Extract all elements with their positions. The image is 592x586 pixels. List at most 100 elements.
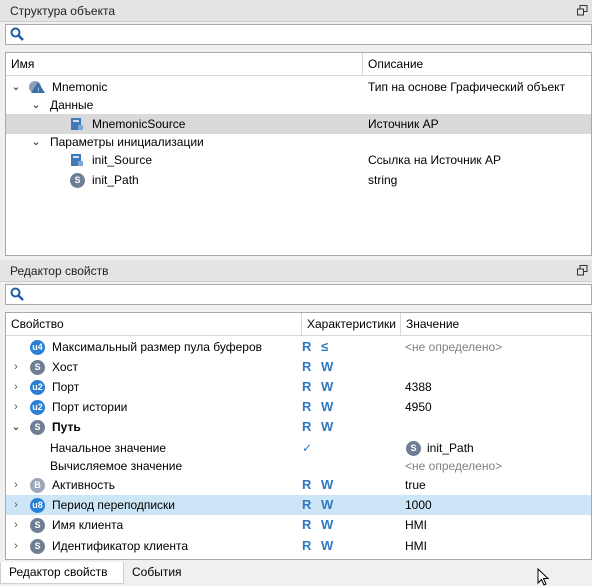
chevron-down-icon[interactable]: ⌄	[30, 95, 42, 115]
chevron-right-icon[interactable]: ›	[10, 377, 22, 397]
property-value[interactable]: init_Path	[427, 438, 474, 458]
property-row-computed-value[interactable]: Вычисляемое значение <не определено>	[6, 456, 591, 476]
property-row-history-port[interactable]: › u2 Порт истории R W 4950	[6, 397, 591, 417]
chevron-down-icon[interactable]: ⌄	[30, 132, 42, 152]
chevron-right-icon[interactable]: ›	[10, 495, 22, 515]
chevron-down-icon[interactable]: ⌄	[10, 77, 22, 97]
property-value[interactable]: 1000	[405, 495, 432, 515]
string-type-icon: S	[406, 441, 421, 456]
tree-description: Источник АР	[368, 117, 439, 131]
uint4-type-icon: u4	[30, 340, 45, 355]
chevron-right-icon[interactable]: ›	[10, 515, 22, 535]
chevron-right-icon[interactable]: ›	[10, 397, 22, 417]
chevron-down-icon[interactable]: ⌄	[10, 417, 22, 437]
property-row-activity[interactable]: › B Активность R W true	[6, 475, 591, 495]
property-characteristics: R ≤	[302, 339, 332, 354]
tree-label: Параметры инициализации	[50, 135, 204, 149]
property-value[interactable]: HMI	[405, 515, 427, 535]
bottom-tab-bar: Редактор свойств События	[0, 562, 592, 586]
string-type-icon: S	[70, 173, 85, 188]
search-icon	[10, 287, 24, 301]
chevron-right-icon[interactable]: ›	[10, 536, 22, 556]
search-icon	[10, 27, 24, 41]
property-row-max-pool[interactable]: u4 Максимальный размер пула буферов R ≤ …	[6, 337, 591, 357]
structure-tree: Имя Описание ⌄ ! Mnemonic Тип на основе …	[5, 52, 592, 256]
string-type-icon: S	[30, 518, 45, 533]
tree-label: Данные	[50, 98, 94, 112]
property-name: Хост	[52, 360, 79, 374]
property-name: Максимальный размер пула буферов	[52, 340, 262, 354]
tree-row-init-path[interactable]: S init_Path string	[6, 170, 591, 190]
property-row-path[interactable]: ⌄ S Путь R W	[6, 417, 591, 437]
property-row-client-name[interactable]: › S Имя клиента R W HMI	[6, 515, 591, 535]
column-description-header[interactable]: Описание	[363, 53, 423, 76]
tree-description: Тип на основе Графический объект	[368, 80, 566, 94]
svg-text:!: !	[37, 87, 39, 94]
column-property-header[interactable]: Свойство	[6, 313, 64, 336]
property-row-resubscribe-period[interactable]: › u8 Период переподписки R W 1000	[6, 495, 591, 515]
tab-property-editor[interactable]: Редактор свойств	[0, 562, 124, 584]
column-value-header[interactable]: Значение	[401, 313, 459, 336]
check-icon: ✓	[302, 441, 313, 455]
property-row-port[interactable]: › u2 Порт R W 4388	[6, 377, 591, 397]
property-characteristics: R W	[302, 517, 337, 532]
property-row-host[interactable]: › S Хост R W	[6, 357, 591, 377]
property-characteristics: R W	[302, 399, 337, 414]
tree-label: init_Source	[92, 153, 153, 167]
property-name: Начальное значение	[50, 441, 167, 455]
tree-row-init-params[interactable]: ⌄ Параметры инициализации	[6, 132, 591, 152]
property-row-initial-value[interactable]: Начальное значение ✓ S init_Path	[6, 438, 591, 458]
properties-panel-title: Редактор свойств	[0, 260, 592, 282]
chevron-right-icon[interactable]: ›	[10, 357, 22, 377]
tree-label: MnemonicSource	[92, 117, 186, 131]
property-value[interactable]: true	[405, 475, 426, 495]
property-row-client-id[interactable]: › S Идентификатор клиента R W HMI	[6, 536, 591, 556]
structure-search-input[interactable]	[5, 24, 592, 45]
string-type-icon: S	[30, 420, 45, 435]
property-name: Порт истории	[52, 400, 128, 414]
structure-panel-title: Структура объекта	[0, 0, 592, 22]
properties-search-input[interactable]	[5, 284, 592, 305]
tree-row-mnemonic-source[interactable]: MnemonicSource Источник АР	[6, 114, 591, 134]
string-type-icon: S	[30, 539, 45, 554]
float-window-icon[interactable]	[577, 5, 588, 16]
property-value[interactable]: <не определено>	[405, 456, 502, 476]
properties-panel-title-text: Редактор свойств	[10, 264, 109, 278]
uint8-type-icon: u8	[30, 498, 45, 513]
property-name: Идентификатор клиента	[52, 539, 189, 553]
property-name: Путь	[52, 420, 81, 434]
property-name: Вычисляемое значение	[50, 459, 183, 473]
property-characteristics: R W	[302, 497, 337, 512]
property-characteristics: R W	[302, 477, 337, 492]
mouse-cursor-icon	[537, 568, 549, 586]
tree-row-data[interactable]: ⌄ Данные	[6, 95, 591, 115]
tree-description: Ссылка на Источник АР	[368, 153, 502, 167]
column-characteristics-header[interactable]: Характеристики	[302, 313, 396, 336]
property-name: Период переподписки	[52, 498, 176, 512]
boolean-type-icon: B	[30, 478, 45, 493]
property-value[interactable]: 4950	[405, 397, 432, 417]
tree-label: Mnemonic	[52, 80, 108, 94]
structure-tree-header: Имя Описание	[6, 53, 591, 76]
properties-grid-header: Свойство Характеристики Значение	[6, 313, 591, 336]
tab-events[interactable]: События	[124, 562, 190, 584]
graphic-object-icon: !	[29, 81, 45, 94]
property-characteristics: R W	[302, 538, 337, 553]
tree-description: string	[368, 173, 398, 187]
property-name: Активность	[52, 478, 116, 492]
property-value[interactable]: 4388	[405, 377, 432, 397]
property-name: Имя клиента	[52, 518, 124, 532]
column-name-header[interactable]: Имя	[6, 53, 34, 76]
property-name: Порт	[52, 380, 80, 394]
tree-row-init-source[interactable]: init_Source Ссылка на Источник АР	[6, 150, 591, 170]
tree-row-mnemonic[interactable]: ⌄ ! Mnemonic Тип на основе Графический о…	[6, 77, 591, 97]
string-type-icon: S	[30, 360, 45, 375]
properties-grid: Свойство Характеристики Значение u4 Макс…	[5, 312, 592, 560]
property-value[interactable]: HMI	[405, 536, 427, 556]
chevron-right-icon[interactable]: ›	[10, 475, 22, 495]
property-characteristics: R W	[302, 419, 337, 434]
property-value[interactable]: <не определено>	[405, 337, 502, 357]
uint2-type-icon: u2	[30, 400, 45, 415]
float-window-icon[interactable]	[577, 265, 588, 276]
source-object-icon	[71, 154, 83, 166]
